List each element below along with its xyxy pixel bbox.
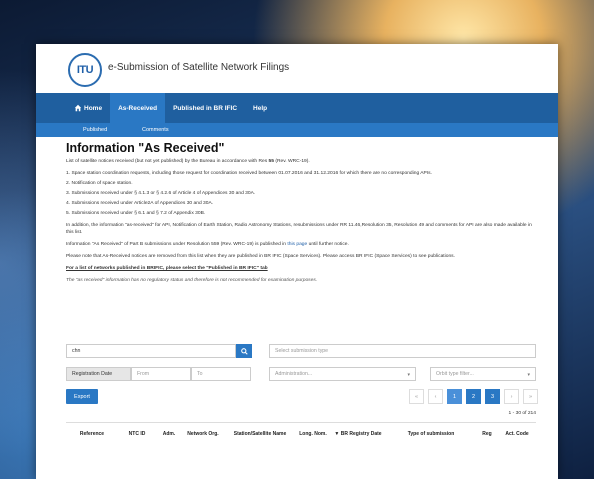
column-header-network-org[interactable]: Network Org. (182, 423, 224, 444)
search-icon (240, 347, 248, 355)
registration-date-label: Registration Date (66, 367, 131, 381)
administration-select[interactable]: Administration... ▾ (269, 367, 416, 381)
pager-page-2[interactable]: 2 (466, 389, 481, 404)
search-button[interactable] (236, 344, 252, 358)
intro-text: List of satellite notices received (but … (66, 159, 310, 164)
main-content: Information "As Received" List of satell… (66, 141, 536, 284)
column-header-type-of-submission[interactable]: Type of submission (386, 423, 476, 444)
home-icon (74, 104, 82, 112)
site-header: ITU e-Submission of Satellite Network Fi… (36, 44, 558, 93)
pager-page-1[interactable]: 1 (447, 389, 462, 404)
nav-item-published-br-ific[interactable]: Published in BR IFIC (165, 93, 245, 123)
subnav-item-published[interactable]: Published (83, 123, 107, 137)
nav-item-label: Help (253, 104, 268, 112)
nav-item-help[interactable]: Help (245, 93, 275, 123)
nav-item-label: Published in BR IFIC (173, 104, 238, 112)
column-header-adm[interactable]: Adm. (156, 423, 182, 444)
table-header: Reference NTC ID Adm. Network Org. Stati… (66, 422, 536, 444)
submission-list: 1. Space station coordination requests, … (66, 170, 536, 217)
orbit-type-select[interactable]: Orbit type filter... ▾ (430, 367, 536, 381)
list-item: 4. Submissions received under Article2A … (66, 201, 214, 206)
subnav-item-comments[interactable]: Comments (142, 123, 169, 137)
column-header-long-nom[interactable]: Long. Nom. (296, 423, 330, 444)
pager-next-button[interactable]: › (504, 389, 519, 404)
column-header-br-registry-date[interactable]: ▼ BR Registry Date (330, 423, 386, 444)
result-count: 1 - 30 of 214 (508, 411, 536, 416)
list-item: 1. Space station coordination requests, … (66, 171, 432, 176)
page-title: Information "As Received" (66, 141, 225, 155)
column-header-reg[interactable]: Reg (476, 423, 498, 444)
export-button[interactable]: Export (66, 389, 98, 404)
list-item: 5. Submissions received under § 6.1 and … (66, 211, 206, 216)
pagination: « ‹ 1 2 3 › » (405, 389, 538, 404)
nav-item-home[interactable]: Home (66, 93, 110, 123)
list-item: 3. Submissions received under § 4.1.3 or… (66, 191, 256, 196)
submission-type-select[interactable]: Select submission type (269, 344, 536, 358)
chevron-down-icon: ▾ (407, 372, 410, 378)
itu-logo[interactable]: ITU (68, 53, 102, 87)
note-paragraph: Please note that As-Received notices are… (66, 254, 455, 259)
date-from-input[interactable]: From (131, 367, 191, 381)
nav-item-as-received[interactable]: As-Received (110, 93, 166, 123)
column-header-station-name[interactable]: Station/Satellite Name (224, 423, 296, 444)
main-nav: Home As-Received Published in BR IFIC He… (36, 93, 558, 123)
site-title: e-Submission of Satellite Network Filing… (108, 62, 290, 73)
addition-paragraph: In addition, the information "as-receive… (66, 223, 532, 235)
search-input[interactable]: chn (66, 344, 236, 358)
pager-prev-button[interactable]: ‹ (428, 389, 443, 404)
disclaimer-text: The "as received" information has no reg… (66, 278, 318, 283)
nav-item-label: Home (84, 104, 103, 112)
column-header-act-code[interactable]: Act. Code (498, 423, 536, 444)
sub-nav: Published Comments (36, 123, 558, 137)
date-to-input[interactable]: To (191, 367, 251, 381)
pager-page-3[interactable]: 3 (485, 389, 500, 404)
chevron-down-icon: ▾ (527, 372, 530, 378)
column-header-reference[interactable]: Reference (66, 423, 118, 444)
list-item: 2. Notification of space station. (66, 181, 133, 186)
pager-first-button[interactable]: « (409, 389, 424, 404)
part-b-paragraph: Information "As Received" of Part B subm… (66, 242, 349, 247)
column-header-ntc-id[interactable]: NTC ID (118, 423, 156, 444)
published-list-link[interactable]: For a list of networks published in BRIF… (66, 265, 536, 272)
this-page-link[interactable]: this page (287, 242, 307, 247)
logo-text: ITU (76, 64, 94, 76)
pager-last-button[interactable]: » (523, 389, 538, 404)
browser-page: ITU e-Submission of Satellite Network Fi… (36, 44, 558, 479)
nav-item-label: As-Received (118, 104, 158, 112)
